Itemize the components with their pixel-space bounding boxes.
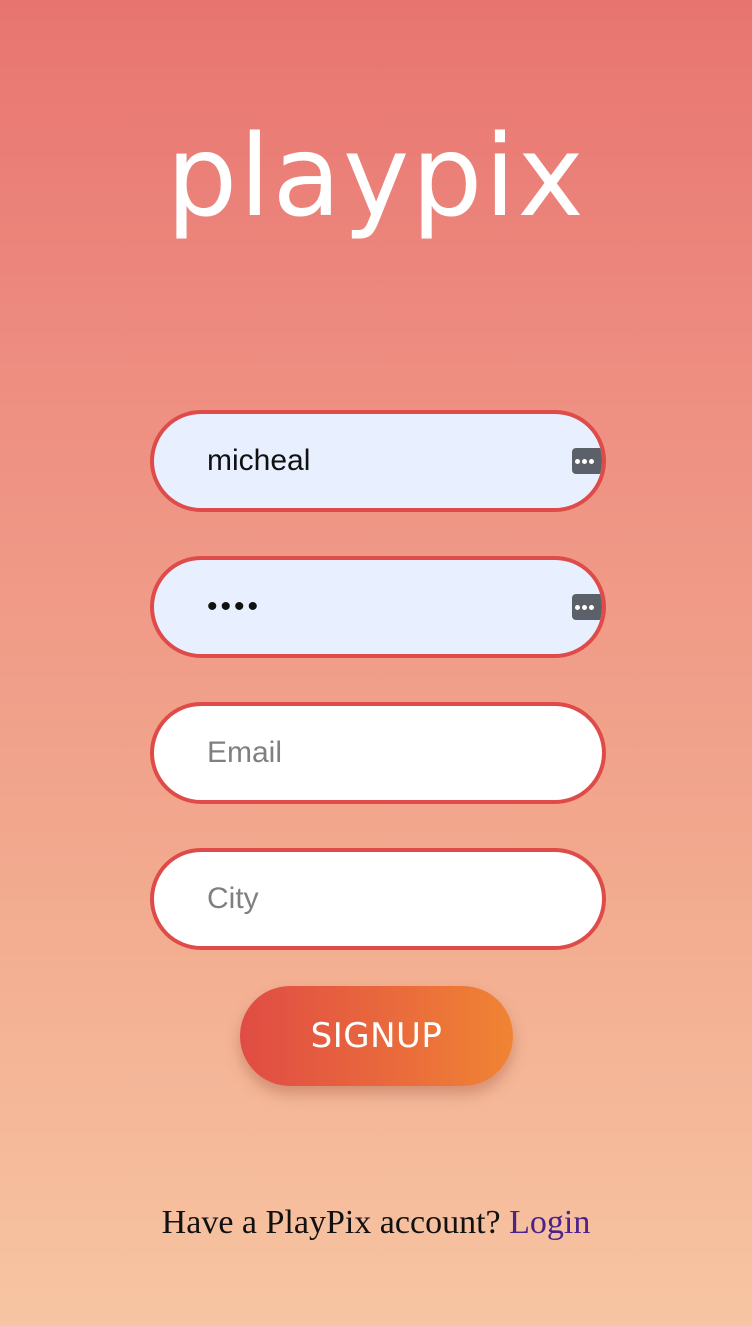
signup-form (150, 410, 606, 994)
login-link[interactable]: Login (509, 1204, 590, 1241)
email-field-wrapper (150, 702, 606, 804)
keychain-autofill-icon[interactable] (572, 594, 602, 620)
city-input[interactable] (207, 852, 567, 946)
password-field-wrapper (150, 556, 606, 658)
username-field-wrapper (150, 410, 606, 512)
city-field-wrapper (150, 848, 606, 950)
email-input[interactable] (207, 706, 567, 800)
signup-button[interactable]: SIGNUP (240, 986, 513, 1086)
login-prompt: Have a PlayPix account? Login (0, 1204, 752, 1242)
password-input[interactable] (207, 560, 567, 654)
app-logo: playpix (166, 112, 586, 242)
login-prompt-text: Have a PlayPix account? (161, 1204, 501, 1241)
username-input[interactable] (207, 414, 567, 508)
keychain-autofill-icon[interactable] (572, 448, 602, 474)
